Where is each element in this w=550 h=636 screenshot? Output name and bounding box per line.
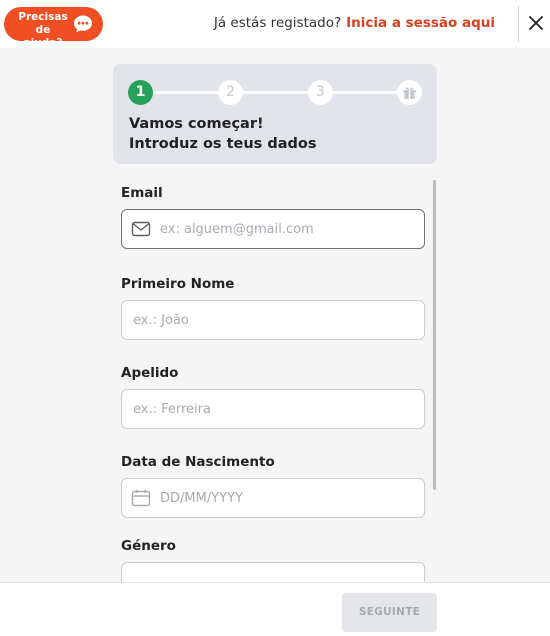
first-name-input[interactable] xyxy=(131,301,416,339)
registration-stepper: 1 2 3 Vamos começar! Introduz os teus da… xyxy=(113,64,437,164)
form-scrollbar[interactable] xyxy=(433,180,436,490)
gender-label: Género xyxy=(121,538,176,554)
top-bar: Precisas de ajuda? Já estás registado? In… xyxy=(0,0,550,49)
email-input[interactable] xyxy=(158,210,416,248)
email-label: Email xyxy=(121,185,163,201)
calendar-icon xyxy=(131,489,151,507)
last-name-field[interactable] xyxy=(121,389,425,429)
stepper-title: Vamos começar! Introduz os teus dados xyxy=(129,114,317,154)
login-question: Já estás registado? xyxy=(213,15,342,31)
help-button[interactable]: Precisas de ajuda? xyxy=(4,7,103,49)
close-icon[interactable] xyxy=(525,12,547,34)
first-name-field[interactable] xyxy=(121,300,425,340)
envelope-icon xyxy=(131,221,151,237)
stepper-track xyxy=(141,91,411,94)
footer-bar: SEGUINTE xyxy=(0,582,550,636)
last-name-label: Apelido xyxy=(121,365,179,381)
email-field[interactable] xyxy=(121,209,425,249)
birth-date-field[interactable] xyxy=(121,478,425,518)
last-name-input[interactable] xyxy=(131,390,416,428)
stepper-title-line1: Vamos começar! xyxy=(129,116,264,132)
header-divider xyxy=(518,6,519,42)
first-name-label: Primeiro Nome xyxy=(121,276,235,292)
help-button-label: Precisas de ajuda? xyxy=(18,11,68,49)
step-1: 1 xyxy=(128,80,153,105)
step-final xyxy=(397,80,422,105)
stepper-title-line2: Introduz os teus dados xyxy=(129,136,317,152)
next-button[interactable]: SEGUINTE xyxy=(342,593,437,632)
step-3: 3 xyxy=(308,80,333,105)
login-prompt: Já estás registado? Inicia a sessão aqui xyxy=(214,15,495,31)
birth-date-input[interactable] xyxy=(158,479,416,517)
login-link[interactable]: Inicia a sessão aqui xyxy=(346,15,495,31)
gift-icon xyxy=(403,87,416,99)
birth-date-label: Data de Nascimento xyxy=(121,454,275,470)
step-2: 2 xyxy=(218,80,243,105)
chat-bubble-icon xyxy=(74,15,92,33)
